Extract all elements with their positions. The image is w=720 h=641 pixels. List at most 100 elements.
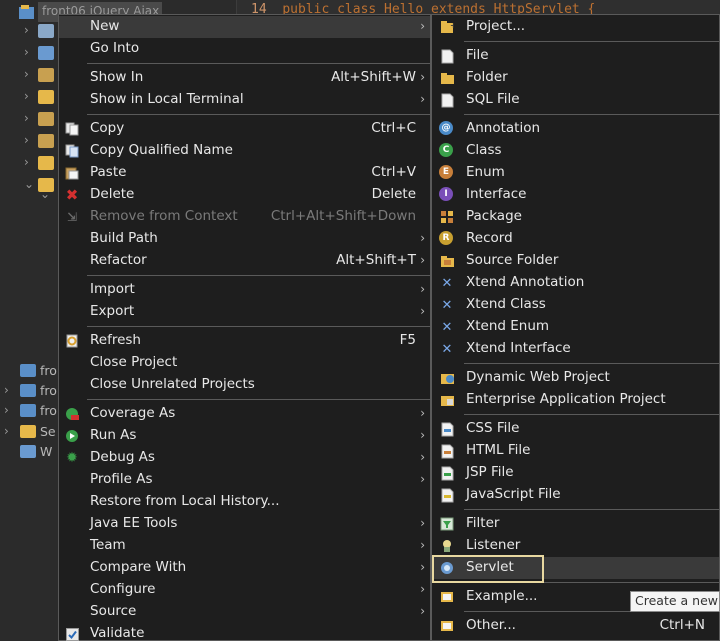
tree-item[interactable]: fro — [0, 360, 60, 382]
menu-item-close-project[interactable]: Close Project — [59, 352, 430, 374]
chevron-right-icon[interactable]: › — [24, 45, 29, 59]
java-project-icon — [20, 384, 36, 397]
submenu-item-class[interactable]: C Class — [432, 140, 719, 162]
chevron-right-icon: › — [420, 70, 425, 84]
menu-item-copy[interactable]: Copy Ctrl+C — [59, 118, 430, 140]
submenu-item-dynamic-web-project[interactable]: Dynamic Web Project — [432, 367, 719, 389]
submenu-item-sql-file[interactable]: SQL File — [432, 89, 719, 111]
submenu-item-package[interactable]: Package — [432, 206, 719, 228]
tree-item[interactable]: › fro — [0, 380, 60, 402]
submenu-item-project[interactable]: + Project... — [432, 16, 719, 38]
tree-item[interactable]: W — [0, 441, 60, 463]
submenu-item-xtend-interface[interactable]: ✕ Xtend Interface — [432, 338, 719, 360]
menu-item-team[interactable]: Team › — [59, 535, 430, 557]
folder-icon — [38, 156, 54, 170]
chevron-right-icon: › — [420, 582, 425, 596]
menu-item-refresh[interactable]: Refresh F5 — [59, 330, 430, 352]
submenu-item-listener[interactable]: Listener — [432, 535, 719, 557]
submenu-item-html-file[interactable]: HTML File — [432, 440, 719, 462]
chevron-right-icon[interactable]: › — [24, 111, 29, 125]
submenu-item-label: Class — [466, 142, 502, 158]
chevron-right-icon[interactable]: › — [4, 383, 9, 397]
submenu-item-label: Example... — [466, 588, 538, 604]
submenu-item-enterprise-application-project[interactable]: Enterprise Application Project — [432, 389, 719, 411]
chevron-right-icon[interactable]: › — [24, 89, 29, 103]
submenu-item-xtend-enum[interactable]: ✕ Xtend Enum — [432, 316, 719, 338]
chevron-right-icon[interactable]: › — [4, 424, 9, 438]
menu-item-close-unrelated-projects[interactable]: Close Unrelated Projects — [59, 374, 430, 396]
menu-item-show-in[interactable]: Show In Alt+Shift+W › — [59, 67, 430, 89]
menu-item-compare-with[interactable]: Compare With › — [59, 557, 430, 579]
menu-separator — [464, 363, 719, 364]
submenu-item-interface[interactable]: I Interface — [432, 184, 719, 206]
submenu-item-label: Xtend Annotation — [466, 274, 585, 290]
menu-item-export[interactable]: Export › — [59, 301, 430, 323]
menu-item-show-in-local-terminal[interactable]: Show in Local Terminal › — [59, 89, 430, 111]
submenu-item-css-file[interactable]: CSS File — [432, 418, 719, 440]
submenu-item-label: Folder — [466, 69, 508, 85]
library-icon — [38, 24, 54, 38]
submenu-item-file[interactable]: File — [432, 45, 719, 67]
menu-item-label: Import — [90, 281, 135, 297]
menu-item-shortcut: Ctrl+Alt+Shift+Down — [270, 208, 416, 224]
menu-item-label: Copy — [90, 120, 125, 136]
chevron-right-icon: › — [420, 304, 425, 318]
file-icon — [439, 48, 455, 64]
menu-item-label: New — [90, 18, 120, 34]
menu-item-run-as[interactable]: Run As › — [59, 425, 430, 447]
chevron-right-icon[interactable]: › — [24, 23, 29, 37]
source-folder-icon — [439, 253, 455, 269]
tree-item-label: fro — [40, 403, 57, 418]
submenu-item-filter[interactable]: Filter — [432, 513, 719, 535]
menu-item-import[interactable]: Import › — [59, 279, 430, 301]
chevron-right-icon: › — [420, 560, 425, 574]
project-icon: + — [439, 19, 455, 35]
tree-item[interactable]: › fro — [0, 400, 60, 422]
refresh-icon — [64, 333, 80, 349]
menu-item-coverage-as[interactable]: Coverage As › — [59, 403, 430, 425]
menu-separator — [464, 41, 719, 42]
submenu-item-folder[interactable]: Folder — [432, 67, 719, 89]
menu-item-delete[interactable]: ✖ Delete Delete — [59, 184, 430, 206]
menu-item-profile-as[interactable]: Profile As › — [59, 469, 430, 491]
submenu-item-enum[interactable]: E Enum — [432, 162, 719, 184]
menu-item-restore-from-local-history[interactable]: Restore from Local History... — [59, 491, 430, 513]
chevron-right-icon: › — [420, 253, 425, 267]
menu-item-source[interactable]: Source › — [59, 601, 430, 623]
submenu-item-xtend-class[interactable]: ✕ Xtend Class — [432, 294, 719, 316]
menu-item-configure[interactable]: Configure › — [59, 579, 430, 601]
package-icon — [439, 209, 455, 225]
menu-item-build-path[interactable]: Build Path › — [59, 228, 430, 250]
menu-item-go-into[interactable]: Go Into — [59, 38, 430, 60]
menu-item-shortcut: F5 — [399, 332, 416, 348]
submenu-item-javascript-file[interactable]: JavaScript File — [432, 484, 719, 506]
menu-separator — [464, 509, 719, 510]
submenu-item-label: Project... — [466, 18, 526, 34]
copy-icon — [64, 121, 80, 137]
submenu-item-record[interactable]: R Record — [432, 228, 719, 250]
submenu-item-jsp-file[interactable]: JSP File — [432, 462, 719, 484]
html-file-icon — [439, 443, 455, 459]
menu-item-debug-as[interactable]: ✹ Debug As › — [59, 447, 430, 469]
menu-item-label: Compare With — [90, 559, 187, 575]
chevron-right-icon[interactable]: › — [24, 67, 29, 81]
chevron-right-icon[interactable]: › — [24, 133, 29, 147]
tree-item[interactable]: › Se — [0, 421, 60, 443]
menu-item-paste[interactable]: Paste Ctrl+V — [59, 162, 430, 184]
submenu-item-source-folder[interactable]: Source Folder — [432, 250, 719, 272]
submenu-item-other[interactable]: Other... Ctrl+N — [432, 615, 719, 637]
menu-separator — [464, 414, 719, 415]
chevron-down-icon[interactable]: ⌄ — [40, 187, 50, 201]
menu-item-refactor[interactable]: Refactor Alt+Shift+T › — [59, 250, 430, 272]
debug-icon: ✹ — [66, 450, 78, 466]
menu-item-java-ee-tools[interactable]: Java EE Tools › — [59, 513, 430, 535]
chevron-right-icon[interactable]: › — [24, 155, 29, 169]
menu-item-copy-qualified-name[interactable]: Copy Qualified Name — [59, 140, 430, 162]
chevron-right-icon: › — [420, 231, 425, 245]
menu-item-new[interactable]: New › — [59, 16, 430, 38]
chevron-right-icon[interactable]: › — [4, 403, 9, 417]
submenu-item-xtend-annotation[interactable]: ✕ Xtend Annotation — [432, 272, 719, 294]
submenu-item-annotation[interactable]: @ Annotation — [432, 118, 719, 140]
menu-item-label: Configure — [90, 581, 156, 597]
menu-item-validate[interactable]: Validate — [59, 623, 430, 641]
